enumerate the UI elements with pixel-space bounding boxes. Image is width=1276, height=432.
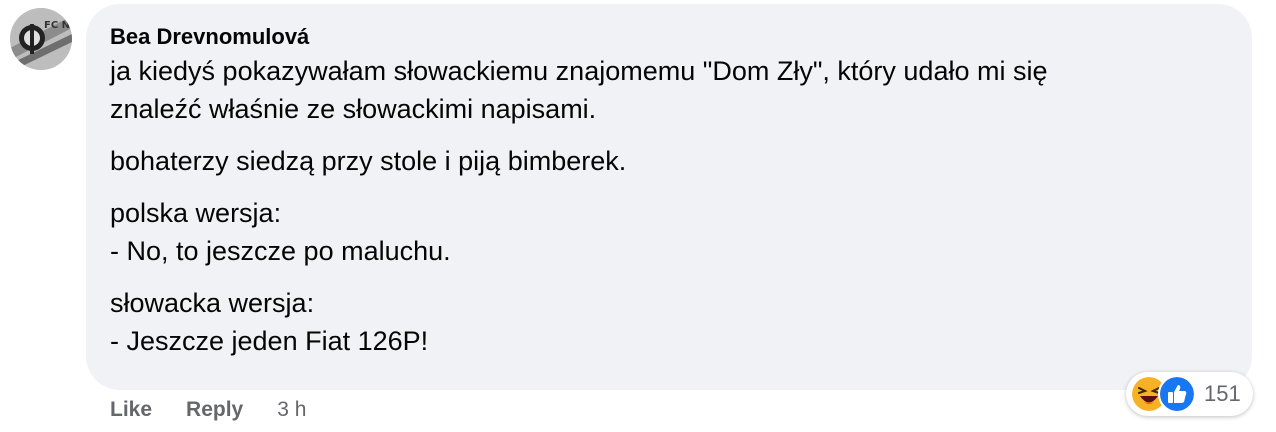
avatar-image: FC NZS <box>10 8 72 70</box>
reactions-summary[interactable]: 151 <box>1126 372 1253 416</box>
avatar[interactable]: FC NZS <box>10 8 72 70</box>
comment-bubble: Bea Drevnomulová ja kiedyś pokazywałam s… <box>86 4 1252 390</box>
comment-timestamp[interactable]: 3 h <box>277 398 306 422</box>
like-button[interactable]: Like <box>110 398 152 422</box>
comment-paragraph: ja kiedyś pokazywałam słowackiemu znajom… <box>110 56 1048 124</box>
thumbs-up-like-icon <box>1158 375 1196 413</box>
comment-author[interactable]: Bea Drevnomulová <box>110 24 1228 50</box>
avatar-badge-text: FC NZS <box>44 20 72 31</box>
comment-actions: Like Reply 3 h <box>110 398 306 422</box>
reaction-count: 151 <box>1204 381 1241 406</box>
comment-paragraph: polska wersja: - No, to jeszcze po maluc… <box>110 198 451 266</box>
comment: FC NZS Bea Drevnomulová ja kiedyś pokazy… <box>0 0 1276 432</box>
comment-paragraph: słowacka wersja: - Jeszcze jeden Fiat 12… <box>110 288 429 356</box>
reply-button[interactable]: Reply <box>186 398 243 422</box>
comment-body: ja kiedyś pokazywałam słowackiemu znajom… <box>110 52 1228 360</box>
comment-paragraph: bohaterzy siedzą przy stole i piją bimbe… <box>110 146 627 176</box>
